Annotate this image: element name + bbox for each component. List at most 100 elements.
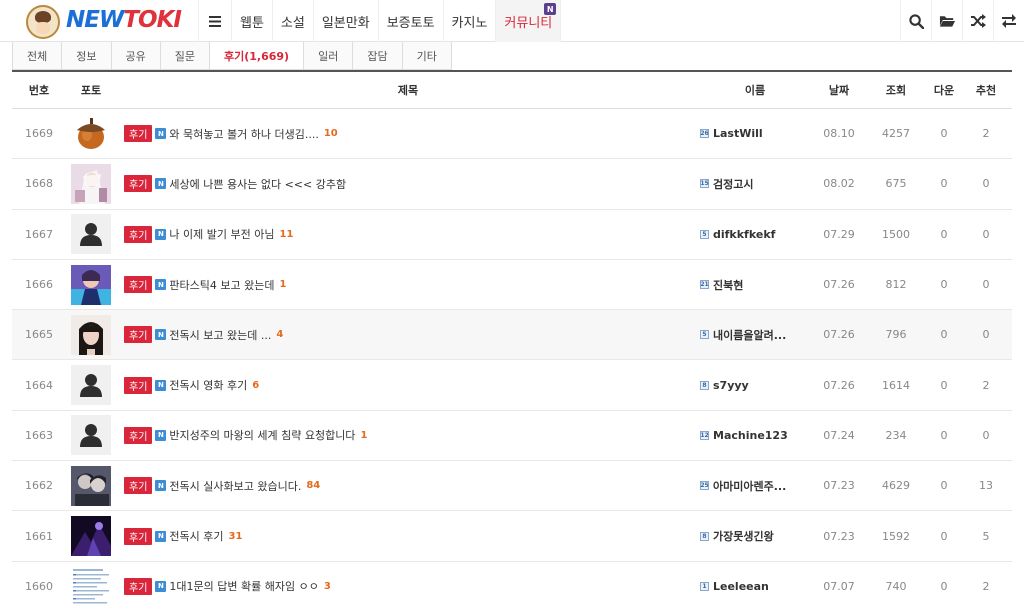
- post-title-link[interactable]: 전독시 보고 왔는데 ...: [169, 327, 271, 343]
- post-subject[interactable]: 후기 N 전독시 보고 왔는데 ... 4: [116, 326, 700, 344]
- post-subject[interactable]: 후기 N 전독시 실사화보고 왔습니다. 84: [116, 477, 700, 495]
- post-subject[interactable]: 후기 N 판타스틱4 보고 왔는데 1: [116, 276, 700, 294]
- post-subject[interactable]: 후기 N 세상에 나쁜 용사는 없다 <<< 강추함: [116, 175, 700, 193]
- tab-illust[interactable]: 일러: [303, 42, 354, 70]
- post-subject[interactable]: 후기 N 1대1문의 답변 확률 해자임 ㅇㅇ 3: [116, 577, 700, 595]
- review-tag[interactable]: 후기: [124, 527, 153, 545]
- table-row[interactable]: 1661 후기 N 전독시 후기 31 8 가장못생긴왕 07.23 1592 …: [12, 511, 1012, 562]
- swap-button[interactable]: [993, 0, 1024, 42]
- nav-item-manga[interactable]: 일본만화: [314, 0, 379, 42]
- post-subject[interactable]: 후기 N 나 이제 발기 부전 아님 11: [116, 225, 700, 243]
- nav-item-toto[interactable]: 보증토토: [379, 0, 444, 42]
- nav-item-casino[interactable]: 카지노: [444, 0, 497, 42]
- table-row[interactable]: 1666 후기 N 판타스틱4 보고 왔는데 1 21 진북현 07.26 81…: [12, 260, 1012, 311]
- post-thumbnail[interactable]: [71, 516, 111, 557]
- post-author[interactable]: 21 진북현: [700, 277, 810, 293]
- nav-item-novel[interactable]: 소설: [273, 0, 314, 42]
- default-avatar-icon[interactable]: [71, 365, 111, 406]
- post-recommend: 2: [982, 378, 990, 392]
- author-name[interactable]: 진북현: [713, 277, 743, 293]
- post-author[interactable]: 5 내이름을알려...: [700, 327, 810, 343]
- post-thumbnail[interactable]: [71, 113, 111, 154]
- header-down[interactable]: 다운: [924, 82, 964, 98]
- tab-info[interactable]: 정보: [61, 42, 112, 70]
- post-title-link[interactable]: 세상에 나쁜 용사는 없다 <<< 강추함: [169, 176, 346, 192]
- tab-label: 후기(1,669): [224, 49, 290, 63]
- post-title-link[interactable]: 전독시 후기: [169, 528, 223, 544]
- header-date[interactable]: 날짜: [810, 82, 868, 98]
- tab-etc[interactable]: 기타: [401, 42, 452, 70]
- review-tag[interactable]: 후기: [124, 376, 153, 394]
- table-row[interactable]: 1667 후기 N 나 이제 발기 부전 아님 11 5 difkkfkekf …: [12, 210, 1012, 260]
- post-date: 07.26: [823, 328, 855, 342]
- post-thumbnail[interactable]: [71, 264, 111, 305]
- review-tag[interactable]: 후기: [124, 426, 153, 444]
- table-row[interactable]: 1660 후기 N 1대1문의 답변 확률 해자임 ㅇㅇ 3 1 Leeleea…: [12, 562, 1012, 610]
- post-thumbnail[interactable]: [71, 163, 111, 204]
- review-tag[interactable]: 후기: [124, 326, 153, 344]
- review-tag[interactable]: 후기: [124, 175, 153, 193]
- author-name[interactable]: 가장못생긴왕: [713, 528, 774, 544]
- author-name[interactable]: LastWill: [713, 127, 763, 140]
- post-thumbnail[interactable]: [71, 465, 111, 506]
- tab-all[interactable]: 전체: [12, 42, 63, 70]
- post-subject[interactable]: 후기 N 반지성주의 마왕의 세계 침략 요청합니다 1: [116, 426, 700, 444]
- table-row[interactable]: 1665 후기 N 전독시 보고 왔는데 ... 4 5 내이름을알려... 0…: [12, 310, 1012, 361]
- author-name[interactable]: 검정고시: [713, 176, 753, 192]
- post-author[interactable]: 26 LastWill: [700, 127, 810, 140]
- author-name[interactable]: 아마미아렌주...: [713, 478, 786, 494]
- header-subject[interactable]: 제목: [116, 82, 700, 98]
- folder-button[interactable]: [931, 0, 962, 42]
- post-title-link[interactable]: 반지성주의 마왕의 세계 침략 요청합니다: [169, 427, 355, 443]
- header-num[interactable]: 번호: [12, 82, 66, 98]
- header-rec[interactable]: 추천: [964, 82, 1008, 98]
- post-thumbnail[interactable]: [71, 566, 111, 607]
- post-subject[interactable]: 후기 N 와 묵혀놓고 볼거 하나 더생김.... 10: [116, 125, 700, 143]
- table-row[interactable]: 1669 후기 N 와 묵혀놓고 볼거 하나 더생김.... 10 26 Las…: [12, 109, 1012, 160]
- post-author[interactable]: 5 difkkfkekf: [700, 228, 810, 241]
- post-title-link[interactable]: 판타스틱4 보고 왔는데: [169, 277, 274, 293]
- author-name[interactable]: Machine123: [713, 429, 788, 442]
- menu-toggle-button[interactable]: [198, 0, 232, 42]
- review-tag[interactable]: 후기: [124, 125, 153, 143]
- default-avatar-icon[interactable]: [71, 415, 111, 456]
- site-logo[interactable]: NEWTOKI: [26, 3, 182, 39]
- post-author[interactable]: 25 아마미아렌주...: [700, 478, 810, 494]
- post-author[interactable]: 12 Machine123: [700, 429, 810, 442]
- post-title-link[interactable]: 전독시 영화 후기: [169, 377, 247, 393]
- tab-chat[interactable]: 잡담: [352, 42, 403, 70]
- nav-item-webtoon[interactable]: 웹툰: [232, 0, 273, 42]
- post-title-link[interactable]: 와 묵혀놓고 볼거 하나 더생김....: [169, 126, 318, 142]
- table-row[interactable]: 1664 후기 N 전독시 영화 후기 6 8 s7yyy 07.26 1614…: [12, 360, 1012, 411]
- post-author[interactable]: 8 s7yyy: [700, 379, 810, 392]
- tab-share[interactable]: 공유: [110, 42, 161, 70]
- random-button[interactable]: [962, 0, 993, 42]
- search-button[interactable]: [900, 0, 931, 42]
- post-views: 4257: [882, 127, 910, 141]
- table-row[interactable]: 1663 후기 N 반지성주의 마왕의 세계 침략 요청합니다 1 12 Mac…: [12, 411, 1012, 462]
- author-name[interactable]: Leeleean: [713, 580, 769, 593]
- review-tag[interactable]: 후기: [124, 577, 153, 595]
- header-views[interactable]: 조회: [868, 82, 924, 98]
- post-thumbnail[interactable]: [71, 314, 111, 355]
- review-tag[interactable]: 후기: [124, 225, 153, 243]
- table-row[interactable]: 1668 후기 N 세상에 나쁜 용사는 없다 <<< 강추함 15 검정고시 …: [12, 159, 1012, 210]
- post-title-link[interactable]: 나 이제 발기 부전 아님: [169, 226, 274, 242]
- nav-item-community[interactable]: 커뮤니티 N: [496, 0, 562, 42]
- author-name[interactable]: s7yyy: [713, 379, 749, 392]
- tab-review[interactable]: 후기(1,669): [209, 42, 305, 70]
- post-author[interactable]: 1 Leeleean: [700, 580, 810, 593]
- post-title-link[interactable]: 전독시 실사화보고 왔습니다.: [169, 478, 301, 494]
- default-avatar-icon[interactable]: [71, 214, 111, 255]
- post-author[interactable]: 15 검정고시: [700, 176, 810, 192]
- table-row[interactable]: 1662 후기 N 전독시 실사화보고 왔습니다. 84 25 아마미아렌주..…: [12, 461, 1012, 512]
- tab-question[interactable]: 질문: [159, 42, 210, 70]
- post-subject[interactable]: 후기 N 전독시 후기 31: [116, 527, 700, 545]
- author-name[interactable]: 내이름을알려...: [713, 327, 786, 343]
- post-subject[interactable]: 후기 N 전독시 영화 후기 6: [116, 376, 700, 394]
- review-tag[interactable]: 후기: [124, 477, 153, 495]
- author-name[interactable]: difkkfkekf: [713, 228, 775, 241]
- post-title-link[interactable]: 1대1문의 답변 확률 해자임 ㅇㅇ: [169, 578, 318, 594]
- review-tag[interactable]: 후기: [124, 276, 153, 294]
- post-author[interactable]: 8 가장못생긴왕: [700, 528, 810, 544]
